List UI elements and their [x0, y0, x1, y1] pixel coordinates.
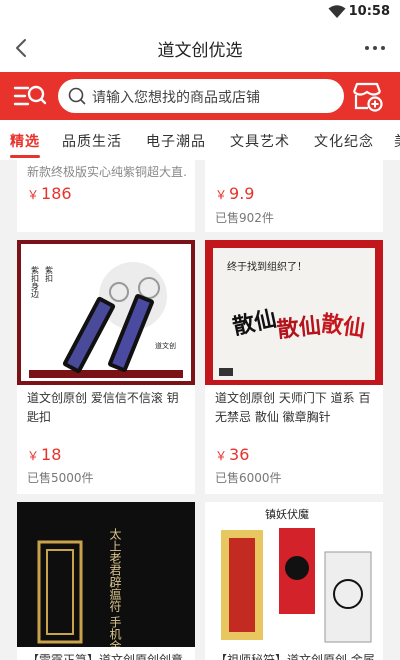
- talisman-illustration: 镇妖伏魔: [221, 507, 372, 643]
- product-price: ￥ 36: [215, 445, 250, 464]
- sold-count: 已售5000件: [27, 471, 94, 485]
- svg-text:镇妖伏魔: 镇妖伏魔: [265, 507, 309, 521]
- product-price: ￥ 9.9: [215, 184, 255, 203]
- svg-text:太上老君辟瘟符 手机金属贴: 太上老君辟瘟符 手机金属贴: [108, 527, 122, 647]
- tab-more[interactable]: 美: [394, 131, 400, 151]
- tab-stationery-art[interactable]: 文具艺术: [230, 131, 290, 151]
- more-options-icon[interactable]: [362, 34, 388, 62]
- badge-illustration: 终于找到组织了！ 散仙 散仙 散仙: [213, 248, 375, 380]
- search-icon: [68, 87, 86, 105]
- sold-count: 已售902件: [215, 211, 274, 225]
- product-image: 终于找到组织了！ 散仙 散仙 散仙: [205, 240, 383, 385]
- product-card[interactable]: 新款终极版实心纯紫铜超大直… ￥ 186: [17, 160, 195, 232]
- search-input[interactable]: 请输入您想找的商品或店铺: [58, 79, 344, 113]
- page-title: 道文创优选: [157, 41, 243, 61]
- product-card[interactable]: 紫扣身边 紫扣 道文创 道文创原创 爱信信不信滚 钥匙扣 ￥ 18 已售5000件: [17, 240, 195, 494]
- product-name: 【祖师秘符】道文创原创 金属: [215, 653, 375, 660]
- category-tabs: 精选 品质生活 电子潮品 文具艺术 文化纪念 美: [0, 120, 400, 160]
- tab-electronics[interactable]: 电子潮品: [146, 131, 206, 151]
- nav-bar: 道文创优选: [0, 24, 400, 72]
- metal-sticker-illustration: 太上老君辟瘟符 手机金属贴: [37, 527, 122, 660]
- tab-culture[interactable]: 文化纪念: [314, 131, 374, 151]
- svg-text:道文创: 道文创: [155, 341, 176, 350]
- svg-text:紫扣身边: 紫扣身边: [31, 266, 40, 299]
- category-menu-icon[interactable]: [12, 80, 48, 112]
- svg-text:终于找到组织了！: 终于找到组织了！: [227, 260, 307, 273]
- status-bar: 10:58: [0, 0, 400, 24]
- product-name: 道文创原创 天师门下 道系 百无禁忌 散仙 徽章胸针: [215, 391, 371, 424]
- search-placeholder: 请输入您想找的商品或店铺: [92, 90, 260, 106]
- product-image: 紫扣身边 紫扣 道文创: [17, 240, 195, 385]
- search-bar: 请输入您想找的商品或店铺: [0, 72, 400, 120]
- store-icon[interactable]: [350, 80, 384, 112]
- product-price: ￥ 186: [27, 184, 72, 203]
- sold-count: 已售6000件: [215, 471, 282, 485]
- product-image: 太上老君辟瘟符 手机金属贴: [17, 502, 195, 660]
- tab-featured[interactable]: 精选: [10, 131, 40, 151]
- product-name: 新款终极版实心纯紫铜超大直…: [27, 165, 187, 179]
- clock: 10:58: [348, 4, 390, 19]
- active-tab-indicator: [10, 155, 40, 158]
- product-name: 道文创原创 爱信信不信滚 钥匙扣: [27, 391, 179, 424]
- product-name: 【雷霆正箓】道文创原创创意: [27, 653, 184, 660]
- product-card[interactable]: 镇妖伏魔 【祖师秘符】道文创原创 金属: [205, 502, 383, 660]
- product-grid: 新款终极版实心纯紫铜超大直… ￥ 186 ￥ 9.9 已售902件 紫扣身边 紫扣 …: [0, 160, 400, 660]
- product-image: 镇妖伏魔: [205, 502, 383, 647]
- keychain-illustration: 紫扣身边 紫扣 道文创: [29, 262, 183, 378]
- product-price: ￥ 18: [27, 445, 62, 464]
- product-card[interactable]: 太上老君辟瘟符 手机金属贴 【雷霆正箓】道文创原创创意: [17, 502, 195, 660]
- svg-text:散仙: 散仙: [276, 313, 322, 343]
- tab-quality-life[interactable]: 品质生活: [62, 131, 122, 151]
- product-card[interactable]: 终于找到组织了！ 散仙 散仙 散仙 道文创原创 天师门下 道系 百无禁忌 散仙 …: [205, 240, 383, 494]
- wifi-icon: [328, 5, 346, 18]
- svg-text:紫扣: 紫扣: [45, 266, 54, 283]
- product-card[interactable]: ￥ 9.9 已售902件: [205, 160, 383, 232]
